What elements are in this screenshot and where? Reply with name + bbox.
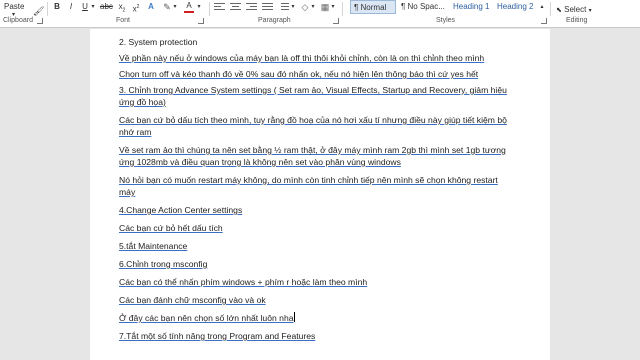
justify-icon[interactable]: [262, 3, 273, 11]
highlight-icon[interactable]: ✎: [162, 1, 172, 13]
paragraph-heading-7: 7.Tắt một số tính năng trong Program and…: [119, 331, 316, 341]
styles-launcher-icon[interactable]: [541, 18, 547, 24]
style-no-spacing[interactable]: ¶ No Spac...: [398, 0, 448, 14]
highlight-dropdown-icon[interactable]: ▾: [172, 1, 178, 13]
font-color-dropdown-icon[interactable]: ▾: [196, 1, 202, 13]
paragraph: Chọn turn off và kéo thanh đó về 0% sau …: [119, 69, 479, 79]
paragraph-text: Ở đây các bạn nên chọn số lớn nhất luôn …: [119, 313, 294, 323]
line-spacing-dropdown-icon[interactable]: ▾: [290, 1, 296, 13]
select-dropdown-icon: ▾: [588, 8, 592, 14]
select-button[interactable]: ⬉ Select ▾: [556, 4, 600, 16]
style-heading-2[interactable]: Heading 2: [494, 0, 536, 14]
bold-button[interactable]: B: [52, 1, 62, 13]
subscript-button[interactable]: x2: [116, 1, 128, 14]
vertical-scrollbar[interactable]: [632, 29, 640, 360]
select-arrow-icon: ⬉: [556, 7, 562, 14]
superscript-button[interactable]: x2: [130, 1, 142, 14]
paragraph-group-label: Paragraph: [258, 17, 291, 24]
paragraph: Về phần này nếu ở windows của máy bạn là…: [119, 53, 485, 63]
paragraph-heading-2: 2. System protection: [119, 37, 198, 47]
editing-group-label: Editing: [566, 17, 588, 24]
align-center-icon[interactable]: [230, 3, 241, 11]
text-cursor: [293, 312, 295, 322]
italic-button[interactable]: I: [66, 1, 76, 13]
paragraph: Các bạn cứ bỏ dấu tích theo mình, tuy rằ…: [119, 115, 507, 137]
borders-icon[interactable]: ▦: [320, 1, 330, 13]
styles-group-label: Styles: [436, 17, 456, 24]
paragraph-heading-5: 5.tắt Maintenance: [119, 241, 188, 251]
styles-scroll-icon[interactable]: ▴▾: [538, 1, 546, 22]
paragraph-launcher-icon[interactable]: [333, 18, 339, 24]
borders-dropdown-icon[interactable]: ▾: [330, 1, 336, 13]
shading-dropdown-icon[interactable]: ▾: [310, 1, 316, 13]
font-launcher-icon[interactable]: [198, 18, 204, 24]
document-body[interactable]: 2. System protection Về phần này nếu ở w…: [119, 36, 509, 346]
font-color-button[interactable]: A: [184, 1, 194, 13]
shading-icon[interactable]: ◇: [300, 1, 310, 13]
clipboard-launcher-icon[interactable]: [37, 18, 43, 24]
line-spacing-icon[interactable]: [278, 3, 289, 11]
paragraph-with-cursor: Ở đây các bạn nên chọn số lớn nhất luôn …: [119, 312, 509, 324]
paragraph: Về set ram ảo thì chúng ta nên set bằng …: [119, 145, 506, 167]
font-group-label: Font: [116, 17, 131, 24]
text-effects-icon[interactable]: A: [146, 1, 156, 13]
underline-button[interactable]: U: [80, 1, 90, 13]
paragraph-heading-6: 6.Chỉnh trong msconfig: [119, 259, 208, 269]
paragraph: Các bạn cứ bỏ hết dấu tích: [119, 223, 223, 233]
style-normal[interactable]: ¶ Normal: [350, 0, 396, 14]
paragraph-heading-4: 4.Change Action Center settings: [119, 205, 243, 215]
paragraph: Các bạn đánh chữ msconfig vào và ok: [119, 295, 266, 305]
underline-dropdown-icon[interactable]: ▾: [90, 1, 96, 13]
select-label: Select: [564, 5, 587, 14]
strikethrough-button[interactable]: abc: [100, 1, 113, 13]
paragraph: Nó hỏi bạn có muốn restart máy không, do…: [119, 175, 498, 197]
paragraph-heading-3: 3. Chỉnh trong Advance System settings (…: [119, 85, 507, 107]
clipboard-group-label: Clipboard: [3, 17, 33, 24]
style-heading-1[interactable]: Heading 1: [450, 0, 492, 14]
align-left-icon[interactable]: [214, 3, 225, 11]
paragraph: Các bạn có thể nhấn phím windows + phím …: [119, 277, 368, 287]
align-right-icon[interactable]: [246, 3, 257, 11]
